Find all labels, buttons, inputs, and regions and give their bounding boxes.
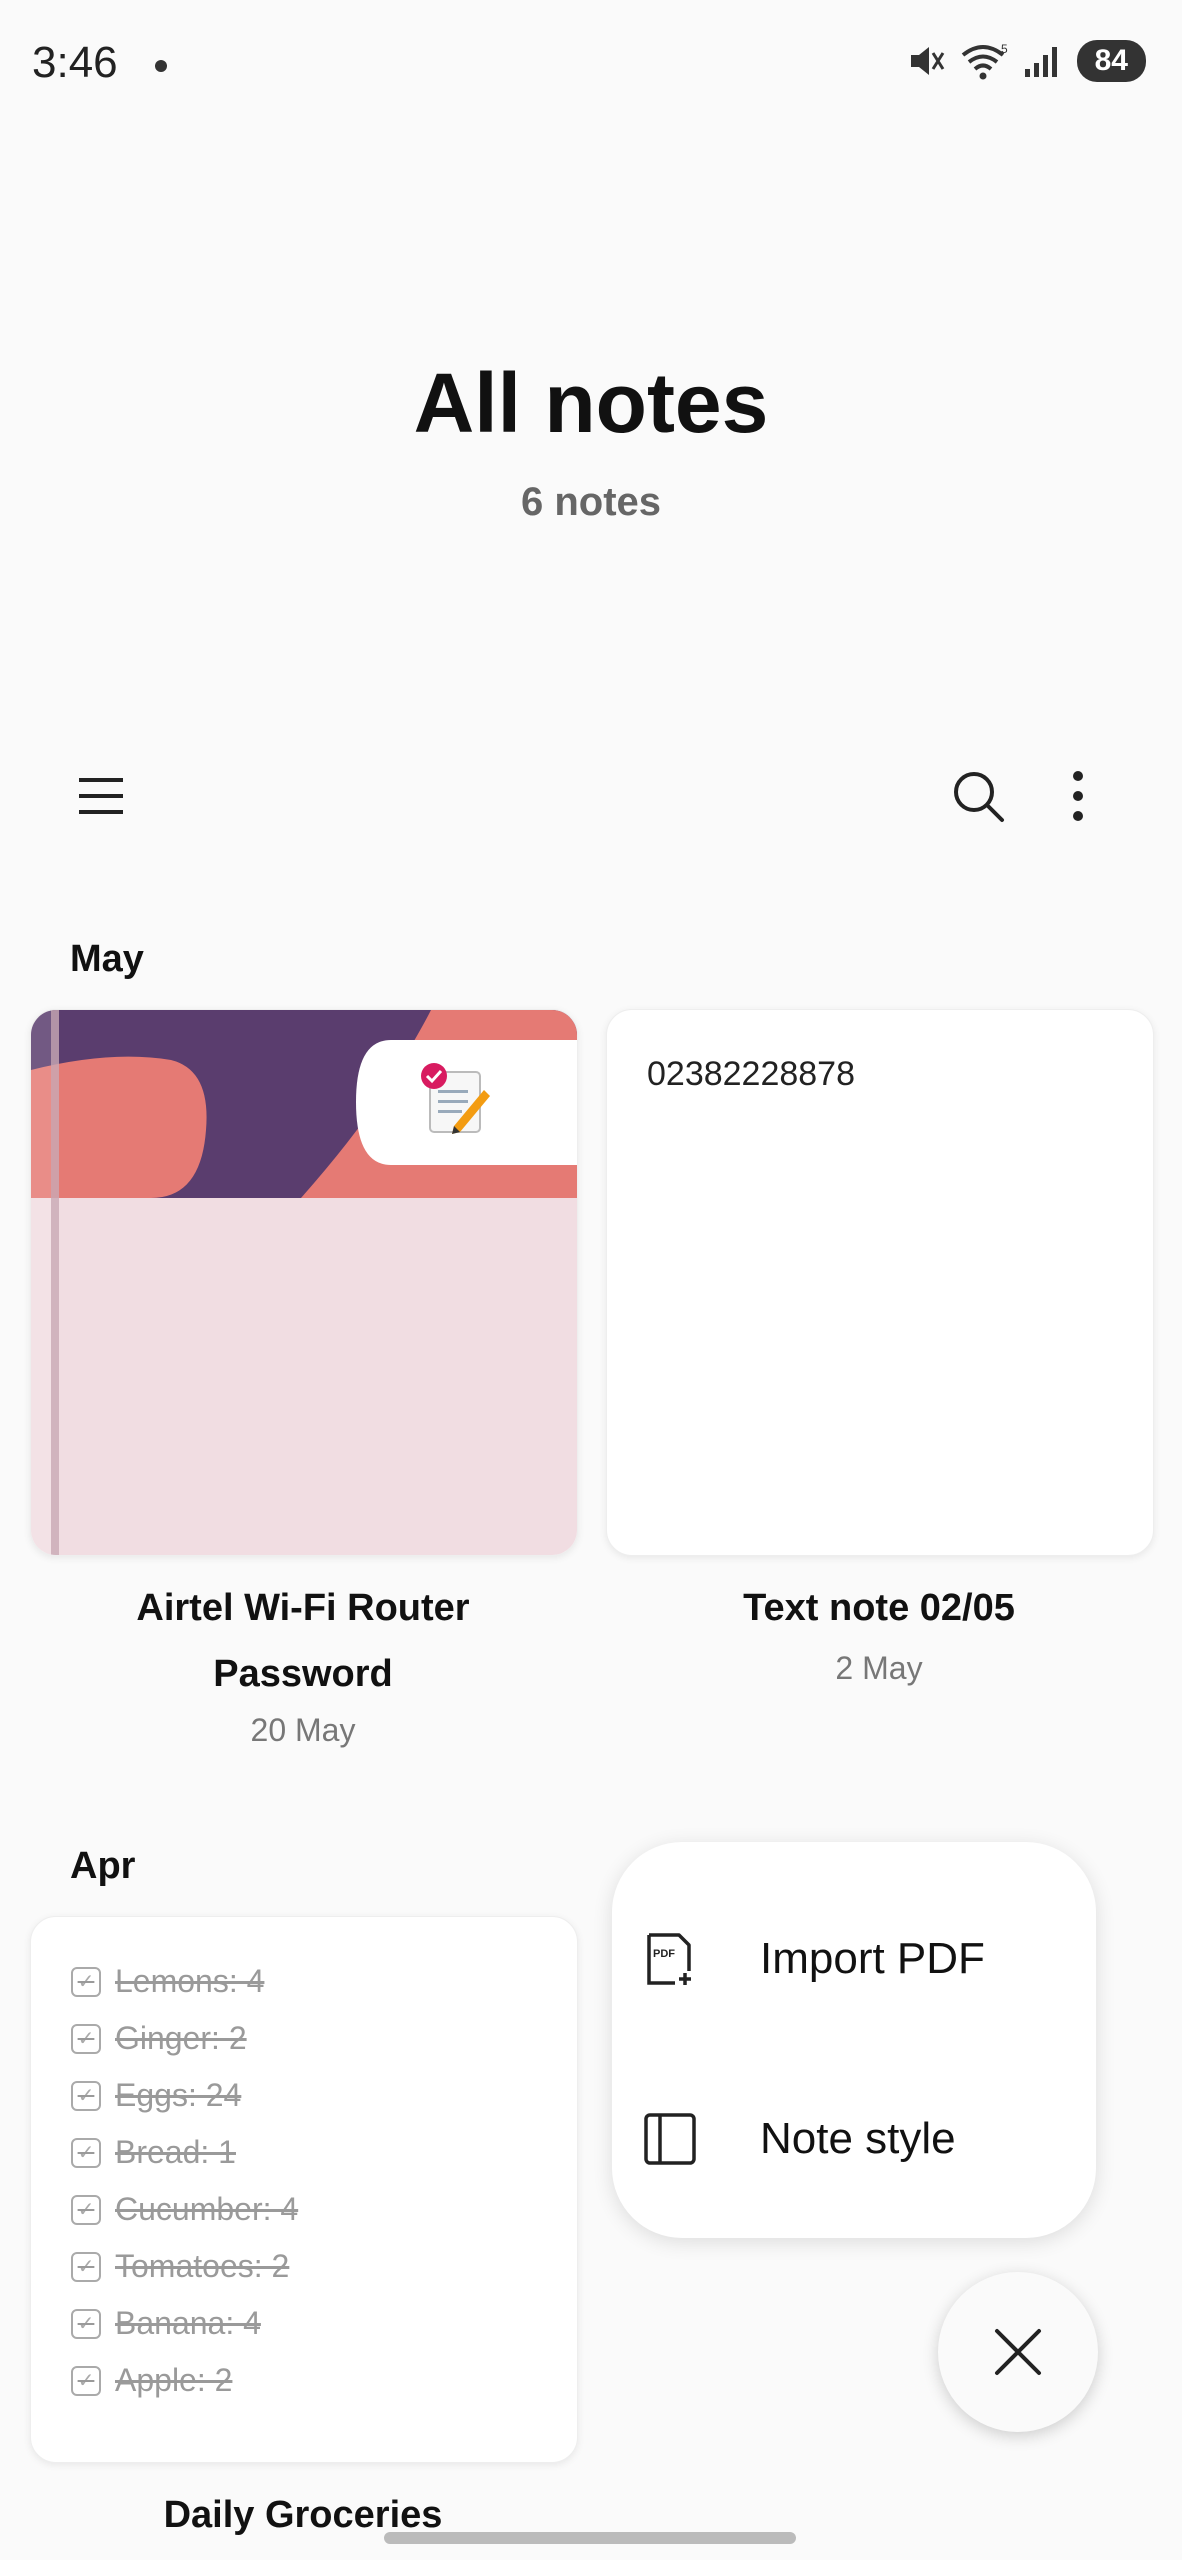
note-date: 2 May bbox=[835, 1650, 923, 1686]
checklist-item: ✓ Banana: 4 bbox=[71, 2295, 298, 2352]
checklist-item-label: Ginger: 2 bbox=[115, 2020, 247, 2056]
checklist-item: ✓ Lemons: 4 bbox=[71, 1953, 298, 2010]
more-vertical-icon[interactable] bbox=[1038, 756, 1118, 836]
svg-text:PDF: PDF bbox=[653, 1948, 675, 1960]
new-note-menu: PDF Import PDF Note style bbox=[612, 1842, 1096, 2238]
menu-item-import-pdf[interactable]: PDF Import PDF bbox=[612, 1884, 1096, 2034]
checkbox-checked-icon: ✓ bbox=[71, 2137, 101, 2168]
menu-item-label: Import PDF bbox=[760, 1934, 985, 1983]
checkbox-checked-icon: ✓ bbox=[71, 2023, 101, 2054]
checklist-item: ✓ Eggs: 24 bbox=[71, 2067, 298, 2124]
checklist-item-label: Eggs: 24 bbox=[115, 2077, 242, 2113]
notification-dot bbox=[155, 60, 167, 72]
note-card-groceries[interactable]: ✓ Lemons: 4 ✓ Ginger: 2 ✓ Eggs: 24 ✓ Bread: … bbox=[30, 1916, 578, 2463]
checklist-item: ✓ Ginger: 2 bbox=[71, 2010, 298, 2067]
checkbox-checked-icon: ✓ bbox=[71, 2308, 101, 2339]
hamburger-icon[interactable] bbox=[62, 756, 142, 836]
checkbox-checked-icon: ✓ bbox=[71, 2080, 101, 2111]
close-icon bbox=[995, 2329, 1041, 2375]
note-title-line: Airtel Wi-Fi Router bbox=[136, 1587, 470, 1629]
note-card-airtel[interactable] bbox=[30, 1009, 578, 1556]
note-style-icon bbox=[640, 2109, 700, 2169]
wifi-icon: 5 bbox=[961, 42, 1008, 80]
note-title: Airtel Wi-Fi Router Password bbox=[30, 1575, 576, 1707]
status-icons: 5 84 bbox=[905, 40, 1146, 82]
checklist: ✓ Lemons: 4 ✓ Ginger: 2 ✓ Eggs: 24 ✓ Bread: … bbox=[71, 1953, 298, 2409]
search-icon[interactable] bbox=[938, 756, 1018, 836]
checkbox-checked-icon: ✓ bbox=[71, 2251, 101, 2282]
menu-item-note-style[interactable]: Note style bbox=[612, 2064, 1096, 2214]
checklist-item-label: Tomatoes: 2 bbox=[115, 2248, 290, 2284]
checklist-item: ✓ Tomatoes: 2 bbox=[71, 2238, 298, 2295]
checkbox-checked-icon: ✓ bbox=[71, 1966, 101, 1997]
checklist-item-label: Cucumber: 4 bbox=[115, 2191, 299, 2227]
status-time: 3:46 bbox=[32, 38, 118, 87]
battery-indicator: 84 bbox=[1076, 40, 1146, 82]
checklist-item-label: Banana: 4 bbox=[115, 2305, 261, 2341]
checklist-item: ✓ Cucumber: 4 bbox=[71, 2181, 298, 2238]
checklist-item-label: Bread: 1 bbox=[115, 2134, 236, 2170]
close-fab-button[interactable] bbox=[938, 2272, 1098, 2432]
note-title: Text note 02/05 bbox=[743, 1587, 1015, 1629]
checklist-item-label: Lemons: 4 bbox=[115, 1963, 265, 1999]
mute-icon bbox=[910, 47, 944, 75]
signal-icon bbox=[1024, 47, 1057, 77]
note-date: 20 May bbox=[250, 1712, 356, 1748]
notepad-check-icon bbox=[416, 1060, 496, 1145]
checkbox-checked-icon: ✓ bbox=[71, 2194, 101, 2225]
import-pdf-icon: PDF bbox=[640, 1929, 700, 1989]
page-title: All notes bbox=[413, 356, 769, 450]
checklist-item: ✓ Bread: 1 bbox=[71, 2124, 298, 2181]
section-header-may: May bbox=[70, 938, 144, 980]
checklist-item-label: Apple: 2 bbox=[115, 2362, 233, 2398]
menu-item-label: Note style bbox=[760, 2114, 956, 2163]
note-preview-text: 02382228878 bbox=[647, 1055, 856, 1093]
note-card-text-note[interactable]: 02382228878 bbox=[606, 1009, 1154, 1556]
note-title-line: Password bbox=[213, 1653, 393, 1695]
home-indicator[interactable] bbox=[384, 2532, 796, 2544]
checklist-item: ✓ Apple: 2 bbox=[71, 2352, 298, 2409]
svg-text:5: 5 bbox=[1001, 42, 1008, 56]
section-header-apr: Apr bbox=[70, 1845, 136, 1887]
checkbox-checked-icon: ✓ bbox=[71, 2365, 101, 2396]
notes-count: 6 notes bbox=[520, 480, 662, 524]
